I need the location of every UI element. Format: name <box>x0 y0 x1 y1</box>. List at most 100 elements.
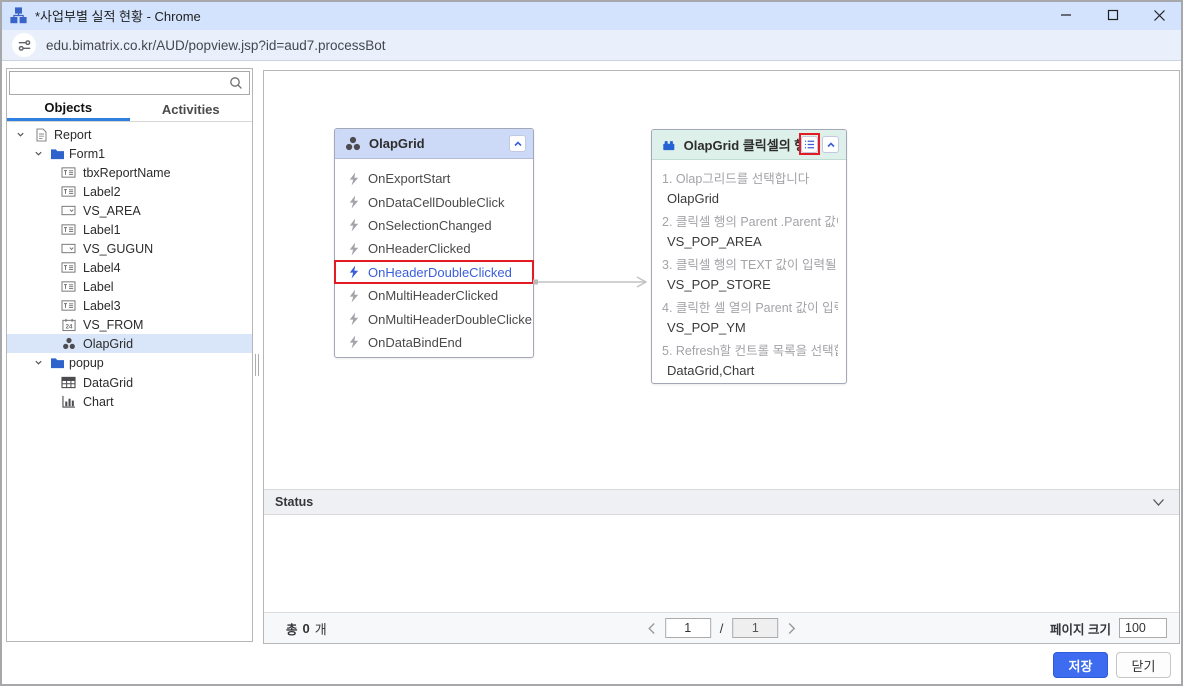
total-count: 0 <box>303 621 310 636</box>
panel-splitter[interactable] <box>255 354 259 376</box>
chevron-up-icon <box>826 140 836 150</box>
close-icon <box>1153 9 1166 22</box>
lightning-icon <box>347 195 361 209</box>
object-tree: Report Form1 tbxReportName Label2 VS_AR <box>7 123 252 641</box>
tree-item-form1[interactable]: Form1 <box>7 144 252 163</box>
close-button[interactable] <box>1136 0 1183 30</box>
event-onmultiheaderclicked[interactable]: OnMultiHeaderClicked <box>335 284 533 307</box>
lightning-icon <box>347 242 361 256</box>
tree-item-vs-from[interactable]: 24 VS_FROM <box>7 315 252 334</box>
maximize-button[interactable] <box>1089 0 1136 30</box>
step-item[interactable]: 1. Olap그리드를 선택합니다 OlapGrid <box>662 169 838 209</box>
step-item[interactable]: 3. 클릭셀 행의 TEXT 값이 입력될 변 VS_POP_STORE <box>662 255 838 295</box>
save-button[interactable]: 저장 <box>1053 652 1108 678</box>
tree-item-olapgrid[interactable]: OlapGrid <box>7 334 252 353</box>
combobox-icon <box>61 241 76 256</box>
url-bar[interactable]: edu.bimatrix.co.kr/AUD/popview.jsp?id=au… <box>0 30 1183 61</box>
status-panel-header[interactable]: Status <box>264 489 1179 515</box>
step-item[interactable]: 2. 클릭셀 행의 Parent .Parent 값이 VS_POP_AREA <box>662 212 838 252</box>
event-ondatabindend[interactable]: OnDataBindEnd <box>335 331 533 354</box>
url-text: edu.bimatrix.co.kr/AUD/popview.jsp?id=au… <box>46 38 386 53</box>
tree-item-datagrid[interactable]: DataGrid <box>7 373 252 392</box>
chevron-down-icon[interactable] <box>1152 498 1165 507</box>
lightning-icon <box>347 265 361 279</box>
maximize-icon <box>1107 9 1119 21</box>
tree-item-label4[interactable]: Label4 <box>7 258 252 277</box>
minimize-button[interactable] <box>1042 0 1089 30</box>
event-onexportstart[interactable]: OnExportStart <box>335 167 533 190</box>
tab-objects[interactable]: Objects <box>7 97 130 121</box>
datagrid-icon <box>61 375 76 390</box>
lightning-icon <box>347 172 361 186</box>
page-size-group: 페이지 크기 <box>1050 618 1167 638</box>
chevron-down-icon[interactable] <box>14 129 26 141</box>
status-label: Status <box>275 495 313 509</box>
svg-text:24: 24 <box>65 324 72 330</box>
sidebar-search[interactable] <box>9 71 250 95</box>
tree-item-chart[interactable]: Chart <box>7 392 252 411</box>
total-label: 총 <box>286 619 298 638</box>
event-onmultiheaderdoubleclicked[interactable]: OnMultiHeaderDoubleClicke <box>335 307 533 330</box>
tree-item-vs-area[interactable]: VS_AREA <box>7 201 252 220</box>
page-navigator: / <box>647 618 797 638</box>
brick-icon <box>662 138 676 152</box>
tab-activities[interactable]: Activities <box>130 97 253 121</box>
collapse-button[interactable] <box>509 135 526 152</box>
event-ondatacelldoubleclick[interactable]: OnDataCellDoubleClick <box>335 190 533 213</box>
textbox-icon <box>61 279 76 294</box>
olapgrid-cluster-icon <box>345 136 361 151</box>
search-input[interactable] <box>10 73 229 93</box>
olapgrid-icon <box>61 336 76 351</box>
tree-item-tbxreportname[interactable]: tbxReportName <box>7 163 252 182</box>
step-list: 1. Olap그리드를 선택합니다 OlapGrid 2. 클릭셀 행의 Par… <box>652 160 846 383</box>
combobox-icon <box>61 203 76 218</box>
pagination-bar: 총 0 개 / 페이지 크기 <box>264 612 1179 643</box>
tree-item-report[interactable]: Report <box>7 125 252 144</box>
lightning-icon <box>347 335 361 349</box>
flow-canvas[interactable]: OlapGrid OnExportStart OnDataCellDoubleC… <box>263 70 1180 644</box>
flow-node-olapgrid[interactable]: OlapGrid OnExportStart OnDataCellDoubleC… <box>334 128 534 358</box>
node-title: OlapGrid 클릭셀의 행,열 <box>684 135 801 154</box>
chevron-down-icon[interactable] <box>32 148 44 160</box>
total-unit: 개 <box>315 619 327 638</box>
tree-item-label2[interactable]: Label2 <box>7 182 252 201</box>
flow-connector-arrow <box>533 275 653 289</box>
page-size-input[interactable] <box>1119 618 1167 638</box>
chevron-down-icon[interactable] <box>32 357 44 369</box>
site-settings-button[interactable] <box>12 33 36 57</box>
minimize-icon <box>1060 9 1072 21</box>
current-page-input[interactable] <box>665 618 711 638</box>
tree-item-label3[interactable]: Label3 <box>7 296 252 315</box>
tree-item-popup[interactable]: popup <box>7 353 252 372</box>
event-onheaderdoubleclicked-highlighted[interactable]: OnHeaderDoubleClicked <box>335 261 533 284</box>
window-title: *사업부별 실적 현황 - Chrome <box>35 6 201 25</box>
page-separator: / <box>720 621 724 636</box>
total-count-group: 총 0 개 <box>286 619 327 638</box>
dialog-footer: 저장 닫기 <box>0 644 1183 686</box>
prev-page-button[interactable] <box>647 622 656 635</box>
textbox-icon <box>61 260 76 275</box>
folder-icon <box>50 146 65 161</box>
tree-item-vs-gugun[interactable]: VS_GUGUN <box>7 239 252 258</box>
step-item[interactable]: 4. 클릭한 셀 열의 Parent 값이 입력될 VS_POP_YM <box>662 298 838 338</box>
next-page-button[interactable] <box>787 622 796 635</box>
tree-item-label[interactable]: Label <box>7 277 252 296</box>
flow-node-process[interactable]: OlapGrid 클릭셀의 행,열 1. Olap그리드를 선택합니다 Olap… <box>651 129 847 384</box>
folder-icon <box>50 355 65 370</box>
node-header[interactable]: OlapGrid 클릭셀의 행,열 <box>652 130 846 160</box>
node-header[interactable]: OlapGrid <box>335 129 533 159</box>
chrome-popup-window: *사업부별 실적 현황 - Chrome edu.bimatrix.co.kr/… <box>0 0 1183 686</box>
step-item[interactable]: 5. Refresh할 컨트롤 목록을 선택합니 DataGrid,Chart <box>662 341 838 381</box>
textbox-icon <box>61 165 76 180</box>
event-onheaderclicked[interactable]: OnHeaderClicked <box>335 237 533 260</box>
calendar-icon: 24 <box>61 317 76 332</box>
sidebar-tabs: Objects Activities <box>7 97 252 122</box>
sitemap-icon <box>10 7 27 24</box>
total-pages-input <box>732 618 778 638</box>
event-onselectionchanged[interactable]: OnSelectionChanged <box>335 214 533 237</box>
close-dialog-button[interactable]: 닫기 <box>1116 652 1171 678</box>
tree-item-label1[interactable]: Label1 <box>7 220 252 239</box>
step-list-button[interactable] <box>801 136 818 153</box>
collapse-button[interactable] <box>822 136 839 153</box>
lightning-icon <box>347 218 361 232</box>
